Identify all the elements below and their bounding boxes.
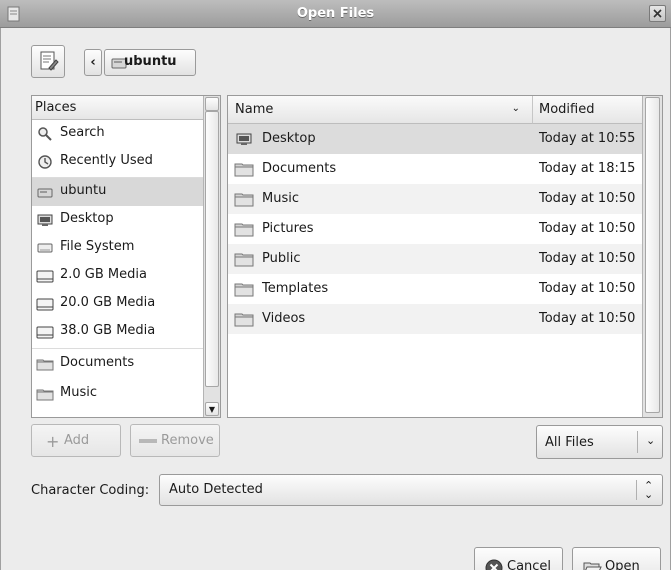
character-coding-select[interactable]: Auto Detected ⌃ ⌄ xyxy=(159,474,663,506)
drive-icon xyxy=(36,326,54,339)
place-recently-used[interactable]: Recently Used xyxy=(32,148,204,176)
column-header-name[interactable]: Name ⌄ xyxy=(228,96,533,124)
add-bookmark-button[interactable]: + Add xyxy=(31,424,121,457)
place-ubuntu[interactable]: ubuntu xyxy=(32,178,204,206)
cancel-icon xyxy=(485,559,503,570)
file-row[interactable]: Videos Today at 10:50 xyxy=(228,304,642,334)
path-button-label: ubuntu xyxy=(124,54,177,69)
folder-icon xyxy=(234,313,254,327)
open-folder-icon xyxy=(583,562,602,570)
file-row[interactable]: Templates Today at 10:50 xyxy=(228,274,642,304)
drive-icon xyxy=(36,298,54,311)
type-location-button[interactable] xyxy=(31,45,65,78)
close-icon xyxy=(653,9,662,18)
path-button-ubuntu[interactable]: ubuntu xyxy=(104,49,196,76)
path-back-button[interactable]: ‹ xyxy=(84,49,102,76)
file-row[interactable]: Documents Today at 18:15 xyxy=(228,154,642,184)
window-title: Open Files xyxy=(296,6,375,21)
file-chooser-dialog: ‹ ubuntu Places Search Recently Used ubu… xyxy=(0,28,671,570)
place-desktop[interactable]: Desktop xyxy=(32,206,204,234)
places-sidebar[interactable]: Places Search Recently Used ubuntu Deskt… xyxy=(31,95,221,418)
close-button[interactable] xyxy=(649,5,666,22)
place-media-2gb[interactable]: 2.0 GB Media xyxy=(32,262,204,290)
place-music[interactable]: Music xyxy=(32,380,204,408)
plus-icon: + xyxy=(46,432,60,451)
home-drive-icon xyxy=(37,188,53,198)
place-documents[interactable]: Documents xyxy=(32,350,204,378)
title-bar: Open Files xyxy=(0,0,671,28)
folder-icon xyxy=(234,163,254,177)
search-icon xyxy=(38,127,52,141)
minus-icon xyxy=(139,439,157,443)
place-media-38gb[interactable]: 38.0 GB Media xyxy=(32,318,204,346)
chevron-down-icon: ⌄ xyxy=(646,434,656,447)
folder-icon xyxy=(234,193,254,207)
desktop-icon xyxy=(236,133,252,145)
file-row[interactable]: Public Today at 10:50 xyxy=(228,244,642,274)
places-scrollbar[interactable]: ▼ xyxy=(203,96,220,417)
filesystem-icon xyxy=(37,243,53,253)
folder-icon xyxy=(234,223,254,237)
character-coding-label: Character Coding: xyxy=(31,483,150,498)
drive-icon xyxy=(36,270,54,283)
remove-bookmark-button[interactable]: Remove xyxy=(130,424,220,457)
recent-icon xyxy=(38,155,52,169)
place-search[interactable]: Search xyxy=(32,120,204,148)
file-row[interactable]: Music Today at 10:50 xyxy=(228,184,642,214)
scroll-down-button[interactable]: ▼ xyxy=(205,402,219,416)
file-list[interactable]: Name ⌄ Modified Desktop Today at 10:55 D… xyxy=(227,95,663,418)
file-row[interactable]: Desktop Today at 10:55 xyxy=(228,124,642,154)
sort-indicator-icon: ⌄ xyxy=(511,103,520,114)
places-header[interactable]: Places xyxy=(32,96,204,120)
places-scroll-thumb[interactable] xyxy=(205,111,219,387)
place-file-system[interactable]: File System xyxy=(32,234,204,262)
folder-icon xyxy=(234,283,254,297)
file-filter-select[interactable]: All Files ⌄ xyxy=(536,425,663,459)
folder-icon xyxy=(234,253,254,267)
place-media-20gb[interactable]: 20.0 GB Media xyxy=(32,290,204,318)
file-list-scroll-thumb[interactable] xyxy=(645,97,660,413)
folder-icon xyxy=(36,359,54,371)
scroll-up-button[interactable] xyxy=(205,97,219,111)
up-down-arrows-icon: ⌃ ⌄ xyxy=(644,479,654,501)
folder-icon xyxy=(36,389,54,401)
open-button[interactable]: Open xyxy=(572,547,661,570)
column-header-modified[interactable]: Modified xyxy=(533,96,642,124)
desktop-icon xyxy=(37,214,53,226)
file-row[interactable]: Pictures Today at 10:50 xyxy=(228,214,642,244)
cancel-button[interactable]: Cancel xyxy=(474,547,563,570)
edit-location-icon xyxy=(40,51,59,71)
file-list-scrollbar[interactable] xyxy=(642,96,662,417)
